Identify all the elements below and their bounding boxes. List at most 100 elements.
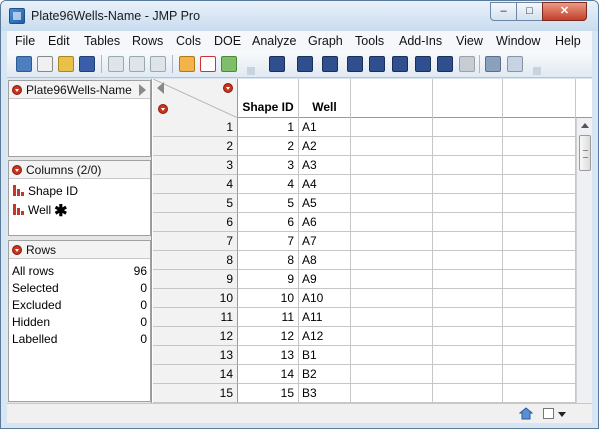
vertical-scrollbar[interactable] [576,118,592,403]
cell-empty[interactable] [351,327,433,346]
cell-empty[interactable] [351,346,433,365]
table-row[interactable]: 3 3 A3 [153,156,592,175]
rows-stat-label[interactable]: Hidden [12,315,50,329]
column-list-item[interactable]: Well ✱ [13,201,68,221]
menu-view[interactable]: View [456,34,483,48]
menu-rows[interactable]: Rows [132,34,163,48]
cell-empty[interactable] [433,213,503,232]
cell-empty[interactable] [433,270,503,289]
cell-empty[interactable] [433,327,503,346]
toolbar-grip[interactable] [247,67,255,75]
cell-shape-id[interactable]: 5 [238,194,299,213]
cell-empty[interactable] [351,270,433,289]
cell-empty[interactable] [433,175,503,194]
cell-empty[interactable] [433,137,503,156]
cell-empty[interactable] [503,194,576,213]
cell-well[interactable]: A8 [299,251,351,270]
cell-well[interactable]: B3 [299,384,351,403]
column-header-empty[interactable] [433,79,503,118]
menu-cols[interactable]: Cols [176,34,201,48]
cell-empty[interactable] [433,308,503,327]
cell-empty[interactable] [433,251,503,270]
cell-well[interactable]: A11 [299,308,351,327]
run-icon[interactable] [221,56,237,72]
cell-well[interactable]: A6 [299,213,351,232]
cell-shape-id[interactable]: 4 [238,175,299,194]
row-number[interactable]: 10 [153,289,238,308]
cell-empty[interactable] [433,289,503,308]
cell-empty[interactable] [503,308,576,327]
cell-empty[interactable] [433,194,503,213]
distribution-icon[interactable] [269,56,285,72]
new-table-icon[interactable] [16,56,32,72]
column-property-asterisk-icon[interactable]: ✱ [54,203,67,220]
close-button[interactable]: ✕ [542,2,587,21]
cell-empty[interactable] [351,118,433,137]
menu-add-ins[interactable]: Add-Ins [399,34,442,48]
menu-doe[interactable]: DOE [214,34,241,48]
cell-empty[interactable] [503,346,576,365]
copy-icon[interactable] [129,56,145,72]
table-name[interactable]: Plate96Wells-Name [26,83,132,97]
table-row[interactable]: 14 14 B2 [153,365,592,384]
row-number[interactable]: 8 [153,251,238,270]
cell-shape-id[interactable]: 14 [238,365,299,384]
columns-disclosure-icon[interactable] [12,165,22,175]
table-row[interactable]: 15 15 B3 [153,384,592,403]
column-header-empty[interactable] [351,79,433,118]
row-number[interactable]: 11 [153,308,238,327]
cell-well[interactable]: B1 [299,346,351,365]
open-icon[interactable] [58,56,74,72]
data-table-icon[interactable] [179,56,195,72]
cell-empty[interactable] [433,232,503,251]
menu-file[interactable]: File [15,34,35,48]
cell-shape-id[interactable]: 6 [238,213,299,232]
cell-empty[interactable] [351,289,433,308]
cell-shape-id[interactable]: 3 [238,156,299,175]
table-row[interactable]: 9 9 A9 [153,270,592,289]
cell-empty[interactable] [351,194,433,213]
tabulate-icon[interactable] [437,56,453,72]
cell-well[interactable]: A9 [299,270,351,289]
row-number[interactable]: 14 [153,365,238,384]
cell-well[interactable]: A5 [299,194,351,213]
cell-empty[interactable] [503,213,576,232]
cell-empty[interactable] [503,251,576,270]
row-number[interactable]: 6 [153,213,238,232]
minimize-button[interactable]: – [490,2,517,21]
cell-well[interactable]: A7 [299,232,351,251]
cell-well[interactable]: A10 [299,289,351,308]
save-icon[interactable] [79,56,95,72]
cell-shape-id[interactable]: 13 [238,346,299,365]
table-disclosure-icon[interactable] [12,85,22,95]
cell-empty[interactable] [503,289,576,308]
row-number[interactable]: 5 [153,194,238,213]
partition-icon[interactable] [459,56,475,72]
row-number[interactable]: 2 [153,137,238,156]
grid-corner[interactable] [153,79,238,118]
column-header-empty[interactable] [503,79,576,118]
cell-empty[interactable] [433,384,503,403]
cell-empty[interactable] [503,137,576,156]
columns-red-triangle-icon[interactable] [223,83,233,93]
cell-shape-id[interactable]: 8 [238,251,299,270]
table-row[interactable]: 4 4 A4 [153,175,592,194]
rows-disclosure-icon[interactable] [12,245,22,255]
collapse-panel-arrow-icon[interactable] [139,84,146,96]
cell-well[interactable]: A3 [299,156,351,175]
maximize-button[interactable]: □ [516,2,543,21]
cell-empty[interactable] [351,232,433,251]
row-number[interactable]: 9 [153,270,238,289]
menu-tables[interactable]: Tables [84,34,120,48]
jmp-app-icon[interactable] [9,8,25,24]
cell-shape-id[interactable]: 15 [238,384,299,403]
toolbar-grip[interactable] [533,67,541,75]
cut-icon[interactable] [108,56,124,72]
cell-empty[interactable] [503,232,576,251]
menu-tools[interactable]: Tools [355,34,384,48]
menu-window[interactable]: Window [496,34,540,48]
cell-shape-id[interactable]: 1 [238,118,299,137]
column-header-shape-id[interactable]: Shape ID [238,79,299,118]
cell-empty[interactable] [433,365,503,384]
row-number[interactable]: 15 [153,384,238,403]
